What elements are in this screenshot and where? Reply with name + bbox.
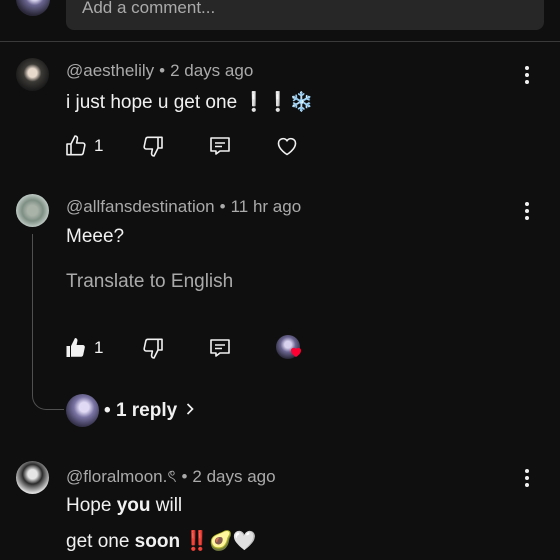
text-fragment: Hope	[66, 495, 117, 516]
text-fragment: will	[150, 495, 183, 516]
meta-separator: •	[219, 197, 226, 216]
thread-line	[32, 234, 64, 410]
heart-icon	[277, 137, 297, 156]
comment-author[interactable]: @aesthelily	[66, 61, 154, 80]
chevron-right-icon	[187, 403, 195, 415]
reply-icon	[210, 339, 230, 357]
comment-text-line2: get one soon ‼️🥑🤍	[66, 529, 256, 553]
dislike-button[interactable]	[141, 133, 165, 159]
comment-time: 2 days ago	[192, 467, 276, 486]
reply-count: 1 reply	[115, 400, 178, 421]
replies-button[interactable]: • 1 reply	[104, 400, 195, 422]
current-user-avatar	[16, 0, 50, 16]
avatar-allfansdestination[interactable]	[16, 194, 49, 227]
text-fragment: ‼️🥑🤍	[180, 531, 257, 552]
comment-meta: @allfansdestination • 11 hr ago	[66, 197, 301, 217]
like-button[interactable]: 1	[64, 335, 103, 361]
avatar-aesthelily[interactable]	[16, 58, 49, 91]
more-vert-icon[interactable]	[521, 469, 533, 487]
comment-text: i just hope u get one ❕❕❄️	[66, 92, 314, 113]
reply-avatar	[66, 394, 99, 427]
like-count: 1	[94, 136, 104, 155]
more-vert-icon[interactable]	[521, 202, 533, 220]
add-comment-input[interactable]: Add a comment...	[66, 0, 544, 30]
comment-time: 11 hr ago	[230, 197, 302, 216]
thumb-down-icon	[143, 136, 163, 157]
text-fragment: get one	[66, 531, 135, 552]
text-bold: you	[116, 495, 151, 516]
thumb-up-icon	[66, 135, 86, 156]
dislike-button[interactable]	[141, 335, 165, 361]
reply-button[interactable]	[208, 133, 232, 159]
like-button[interactable]: 1	[64, 133, 103, 159]
text-bold: soon	[134, 531, 181, 552]
heart-button[interactable]	[275, 133, 299, 159]
divider	[0, 41, 560, 42]
comment-meta: @floralmoon.ৎ • 2 days ago	[66, 464, 276, 492]
comment-text-line1: Hope you will	[66, 495, 182, 517]
heart-icon	[290, 347, 302, 357]
translate-link[interactable]: Translate to English	[66, 271, 233, 293]
more-vert-icon[interactable]	[521, 66, 533, 84]
thumb-down-icon	[143, 338, 163, 359]
thumb-up-icon	[66, 338, 85, 357]
reply-icon	[210, 137, 230, 155]
comment-text: Meee?	[66, 226, 125, 247]
comment-meta: @aesthelily • 2 days ago	[66, 61, 253, 81]
comment-author[interactable]: @allfansdestination	[66, 197, 215, 216]
avatar-floralmoon[interactable]	[16, 461, 49, 494]
reply-button[interactable]	[208, 335, 232, 361]
reply-separator: •	[104, 400, 111, 421]
meta-separator: •	[181, 467, 188, 486]
like-count: 1	[94, 338, 104, 357]
comment-author[interactable]: @floralmoon.ৎ	[66, 467, 176, 486]
comment-time: 2 days ago	[170, 61, 254, 80]
meta-separator: •	[159, 61, 166, 80]
